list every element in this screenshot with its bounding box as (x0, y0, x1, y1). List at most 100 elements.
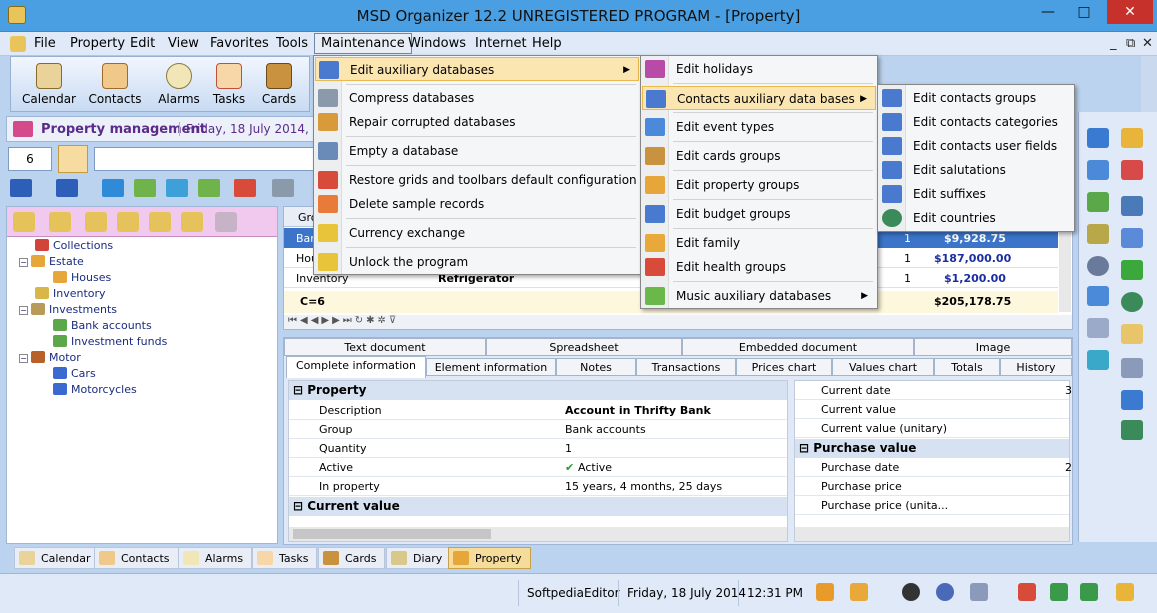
module-tab-tasks[interactable]: Tasks (252, 547, 318, 569)
folder-lock-icon[interactable] (1121, 324, 1143, 344)
module-tab-calendar[interactable]: Calendar (14, 547, 100, 569)
menu-item-edit-contacts-categories[interactable]: Edit contacts categories (879, 110, 1073, 134)
property-row[interactable]: Active ✔ Active (289, 458, 787, 477)
details-scrollbar[interactable] (289, 527, 787, 541)
book-icon[interactable] (1087, 350, 1109, 370)
toolbar-alarms-button[interactable]: Alarms (151, 61, 207, 106)
section-current-value[interactable]: ⊟ Current value (289, 497, 787, 516)
mail-icon[interactable] (1121, 390, 1143, 410)
property-row[interactable]: Quantity 1 (289, 439, 787, 458)
menu-tools[interactable]: Tools (276, 36, 308, 51)
copy-icon[interactable] (1121, 228, 1143, 248)
tree-item-bank-accounts[interactable]: Bank accounts (53, 319, 152, 332)
add-record-icon[interactable] (166, 179, 188, 197)
menu-item-compress-databases[interactable]: Compress databases (315, 86, 639, 110)
tab-text-document[interactable]: Text document (284, 338, 486, 356)
toolbar-contacts-button[interactable]: Contacts (87, 61, 143, 106)
google-icon[interactable] (1121, 260, 1143, 280)
property-row[interactable]: Group Bank accounts (289, 420, 787, 439)
calculator-icon[interactable] (1087, 286, 1109, 306)
lock-icon[interactable] (816, 583, 834, 601)
export-icon[interactable] (1080, 583, 1098, 601)
tab-notes[interactable]: Notes (556, 358, 636, 376)
menu-item-edit-auxiliary-databases[interactable]: Edit auxiliary databases ▶ (315, 57, 639, 81)
module-tab-cards[interactable]: Cards (318, 547, 386, 569)
card-icon[interactable] (1121, 420, 1143, 440)
tab-values-chart[interactable]: Values chart (832, 358, 934, 376)
save-icon[interactable] (1121, 196, 1143, 216)
menu-item-edit-property-groups[interactable]: Edit property groups (642, 173, 876, 197)
tree-item-motorcycles[interactable]: Motorcycles (53, 383, 137, 396)
menu-item-restore-grids[interactable]: Restore grids and toolbars default confi… (315, 168, 639, 192)
section-property[interactable]: ⊟ Property (289, 381, 787, 400)
moon-icon[interactable] (902, 583, 920, 601)
module-tab-alarms[interactable]: Alarms (178, 547, 253, 569)
menu-windows[interactable]: Windows (408, 36, 466, 51)
menu-item-music-auxiliary[interactable]: Music auxiliary databases ▶ (642, 284, 876, 308)
tree-item-inventory[interactable]: Inventory (35, 287, 106, 300)
print-icon[interactable] (272, 179, 294, 197)
phone-icon[interactable] (1087, 318, 1109, 338)
menu-item-repair-corrupted-databases[interactable]: Repair corrupted databases (315, 110, 639, 134)
menu-file[interactable]: File (34, 36, 56, 51)
menu-maintenance[interactable]: Maintenance (314, 33, 412, 54)
menu-item-edit-contacts-user-fields[interactable]: Edit contacts user fields (879, 134, 1073, 158)
tree-item-collections[interactable]: Collections (35, 239, 113, 252)
value-row[interactable]: Current value (unitary) (795, 419, 1069, 438)
menu-favorites[interactable]: Favorites (210, 36, 269, 51)
tab-complete-information[interactable]: Complete information (286, 356, 426, 378)
property-row[interactable]: In property 15 years, 4 months, 25 days (289, 477, 787, 496)
toolbar-overflow[interactable] (1141, 56, 1157, 112)
tab-embedded-document[interactable]: Embedded document (682, 338, 914, 356)
grid-navigator[interactable]: ⏮◀◀▶▶⏭↻✱✲⊽ (284, 315, 1072, 329)
menu-item-delete-sample-records[interactable]: Delete sample records (315, 192, 639, 216)
tools-icon[interactable] (1087, 128, 1109, 148)
maximize-button[interactable]: □ (1069, 0, 1099, 24)
count-field[interactable]: 6 (8, 147, 52, 171)
toolbar-tasks-button[interactable]: Tasks (201, 61, 257, 106)
tab-transactions[interactable]: Transactions (636, 358, 736, 376)
minimize-button[interactable]: — (1033, 0, 1063, 24)
menu-view[interactable]: View (168, 36, 199, 51)
bell-icon[interactable] (850, 583, 868, 601)
value-row[interactable]: Purchase date 2 (795, 458, 1072, 477)
no-sync-icon[interactable] (1018, 583, 1036, 601)
delete-record-icon[interactable] (234, 179, 256, 197)
menu-item-edit-salutations[interactable]: Edit salutations (879, 158, 1073, 182)
menu-edit[interactable]: Edit (130, 36, 155, 51)
value-row[interactable]: Purchase price (795, 477, 1069, 496)
menu-item-edit-countries[interactable]: Edit countries (879, 206, 1073, 230)
search-input[interactable] (94, 147, 316, 171)
value-row[interactable]: Purchase price (unita... (795, 496, 1069, 515)
mail-icon[interactable] (970, 583, 988, 601)
document-icon[interactable] (10, 36, 26, 52)
tab-history[interactable]: History (1000, 358, 1072, 376)
tree-item-investments[interactable]: − Investments (19, 303, 117, 316)
edit-record-icon[interactable] (134, 179, 156, 197)
tree-item-investment-funds[interactable]: Investment funds (53, 335, 167, 348)
info-icon[interactable] (56, 179, 78, 197)
clock-icon[interactable] (1087, 256, 1109, 276)
tab-totals[interactable]: Totals (934, 358, 1000, 376)
menu-property[interactable]: Property (70, 36, 125, 51)
windows-icon[interactable] (1121, 358, 1143, 378)
menu-item-currency-exchange[interactable]: Currency exchange (315, 221, 639, 245)
menu-item-contacts-auxiliary[interactable]: Contacts auxiliary data bases ▶ (642, 86, 876, 110)
tab-prices-chart[interactable]: Prices chart (736, 358, 832, 376)
tab-element-information[interactable]: Element information (426, 358, 556, 376)
toolbar-calendar-button[interactable]: Calendar (21, 61, 77, 106)
globe-icon[interactable] (1121, 292, 1143, 312)
mdi-restore-button[interactable]: ⧉ (1126, 36, 1135, 51)
value-row[interactable]: Current value (795, 400, 1069, 419)
spellcheck-icon[interactable] (1121, 160, 1143, 180)
menu-item-unlock-program[interactable]: Unlock the program (315, 250, 639, 274)
values-scrollbar[interactable] (795, 527, 1069, 541)
clock-icon[interactable] (936, 583, 954, 601)
mdi-close-button[interactable]: ✕ (1142, 36, 1153, 51)
tab-image[interactable]: Image (914, 338, 1072, 356)
module-tab-diary[interactable]: Diary (386, 547, 452, 569)
menu-item-edit-health-groups[interactable]: Edit health groups (642, 255, 876, 279)
gear-icon[interactable] (1121, 128, 1143, 148)
menu-item-edit-budget-groups[interactable]: Edit budget groups (642, 202, 876, 226)
tree-view-button[interactable] (58, 145, 88, 173)
